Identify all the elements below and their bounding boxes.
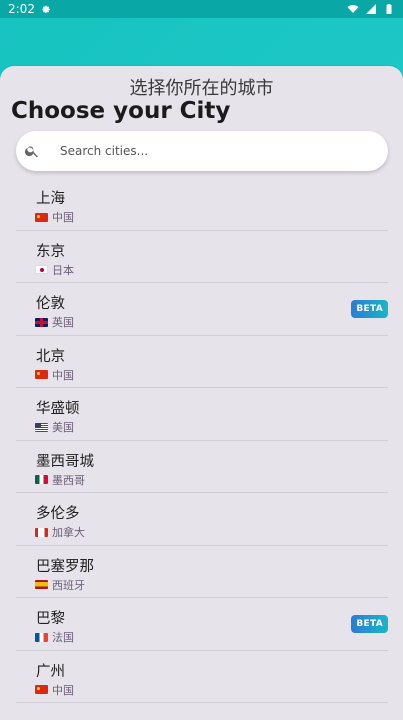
country-label: 法国 [52, 631, 74, 644]
cn-flag-icon [35, 212, 48, 222]
city-name: 上海 [36, 191, 65, 207]
country-label: 英国 [52, 316, 74, 329]
beta-badge: BETA [351, 615, 388, 633]
city-country: 日本 [35, 262, 74, 278]
cn-flag-icon [35, 685, 48, 694]
us-flag-icon [35, 422, 48, 432]
city-country: 中国 [35, 682, 74, 698]
city-country: 英国 [35, 314, 74, 330]
cn-flag-icon [35, 370, 48, 379]
fr-flag-icon [35, 632, 48, 642]
jp-flag-icon [35, 265, 48, 274]
status-time: 2:02 [8, 2, 35, 16]
beta-badge: BETA [351, 300, 388, 318]
battery-icon [386, 4, 392, 14]
search-input[interactable] [58, 143, 362, 159]
city-name: 北京 [36, 348, 65, 365]
city-name: 巴黎 [36, 611, 65, 627]
city-country: 法国 [35, 629, 74, 645]
status-bar: 2:02 [0, 0, 403, 18]
city-row[interactable]: 伦敦英国 BETA [16, 283, 388, 336]
city-row[interactable]: 巴黎法国 BETA [16, 598, 388, 651]
city-country: 加拿大 [35, 524, 85, 540]
city-sheet: 选择你所在的城市 Choose your City 上海中国东京日本伦敦英国BE… [0, 66, 403, 720]
city-country: 中国 [35, 367, 74, 383]
country-label: 美国 [52, 421, 74, 434]
gb-flag-icon [35, 317, 48, 327]
settings-icon [42, 5, 50, 14]
city-list: 上海 中国 东京 日本 伦敦 英国 BETA 北京 中国 华盛顿 美国 墨西哥城 墨西哥 多伦多 加拿大 巴塞… [16, 178, 388, 703]
city-row[interactable]: 华盛顿美国 [16, 388, 388, 441]
city-country: 美国 [35, 419, 74, 435]
mx-flag-icon [35, 475, 48, 484]
city-name: 伦敦 [36, 296, 65, 312]
city-name: 东京 [36, 243, 65, 260]
wifi-icon [347, 5, 359, 13]
city-name: 华盛顿 [36, 401, 80, 417]
country-label: 中国 [52, 683, 74, 697]
ca-flag-icon [35, 527, 48, 537]
country-label: 中国 [52, 211, 74, 224]
city-row[interactable]: 巴塞罗那西班牙 [16, 546, 388, 598]
city-row[interactable]: 墨西哥城墨西哥 [16, 441, 388, 493]
es-flag-icon [35, 580, 48, 589]
city-row[interactable]: 北京中国 [16, 336, 388, 388]
signal-icon [366, 4, 376, 14]
country-label: 中国 [52, 368, 74, 382]
city-name: 广州 [36, 663, 65, 680]
city-row[interactable]: 东京日本 [16, 231, 388, 283]
page-title: Choose your City [11, 98, 231, 124]
city-name: 巴塞罗那 [36, 558, 94, 575]
city-country: 墨西哥 [35, 472, 85, 488]
city-row[interactable]: 多伦多加拿大 [16, 493, 388, 546]
city-row[interactable]: 上海中国 [16, 178, 388, 231]
country-label: 日本 [52, 263, 74, 277]
search-icon [24, 146, 38, 158]
search-bar[interactable] [16, 131, 388, 171]
city-name: 多伦多 [36, 506, 80, 522]
page-subtitle: 选择你所在的城市 [129, 78, 274, 99]
city-row[interactable]: 广州中国 [16, 651, 388, 703]
country-label: 加拿大 [52, 526, 85, 539]
city-name: 墨西哥城 [36, 453, 94, 470]
country-label: 西班牙 [52, 578, 85, 592]
country-label: 墨西哥 [52, 473, 85, 487]
city-country: 西班牙 [35, 577, 85, 593]
city-country: 中国 [35, 209, 74, 225]
